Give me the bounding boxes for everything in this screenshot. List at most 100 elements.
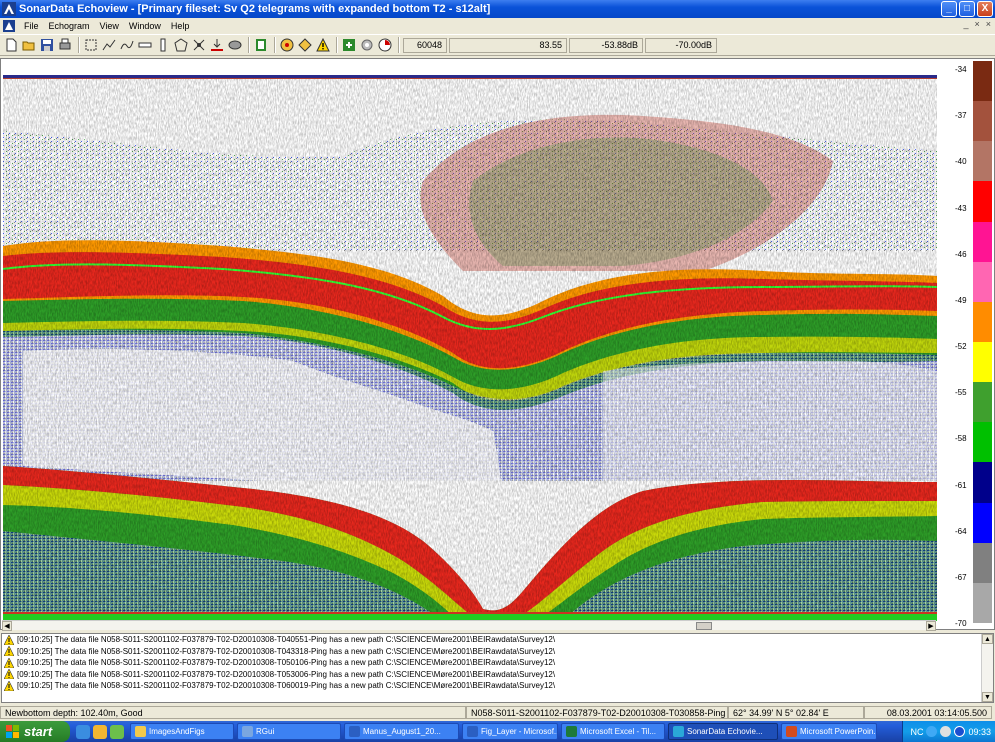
zoom-icon[interactable]	[297, 37, 313, 53]
toolbar-separator	[336, 37, 338, 53]
document-icon[interactable]	[3, 19, 15, 32]
task-label: RGui	[256, 727, 275, 736]
mdi-close-button[interactable]: ×	[986, 19, 991, 29]
scale-label: -40	[955, 157, 967, 167]
toolbar: 60048 83.55 -53.88dB -70.00dB	[0, 34, 995, 56]
powerpoint-icon	[786, 726, 797, 737]
properties-icon[interactable]	[279, 37, 295, 53]
bar-icon[interactable]	[137, 37, 153, 53]
scroll-right-icon[interactable]: ▶	[926, 621, 936, 631]
scale-swatch	[973, 221, 992, 263]
task-excel[interactable]: Microsoft Excel - Til...	[561, 723, 665, 740]
line-icon[interactable]	[119, 37, 135, 53]
desktop-icon[interactable]	[110, 724, 124, 739]
scale-swatch	[973, 261, 992, 303]
scale-label: -67	[955, 572, 967, 582]
bluetooth-icon[interactable]	[954, 726, 966, 737]
scale-label: -55	[955, 388, 967, 398]
start-button[interactable]: start	[0, 721, 70, 742]
bottom-depth-status: Newbottom depth: 102.40m, Good	[0, 706, 466, 719]
scale-label: -61	[955, 480, 967, 490]
title-bar[interactable]: SonarData Echoview - [Primary fileset: S…	[0, 0, 995, 18]
polyline-icon[interactable]	[101, 37, 117, 53]
warning-icon	[4, 646, 14, 657]
toolbar-separator	[78, 37, 80, 53]
menu-echogram[interactable]: Echogram	[44, 21, 95, 31]
scale-swatch	[973, 382, 992, 423]
taskbar: start ImagesAndFigs RGui Manus_August1_2…	[0, 721, 995, 742]
menu-bar: File Echogram View Window Help _ × ×	[0, 18, 995, 33]
select-rect-icon[interactable]	[83, 37, 99, 53]
system-tray: NC 09:33	[902, 721, 995, 742]
minimize-button[interactable]: _	[941, 1, 957, 17]
scale-label: -52	[955, 342, 967, 351]
scrollbar-thumb[interactable]	[696, 622, 712, 630]
scroll-down-icon[interactable]: ▼	[982, 692, 993, 702]
scale-swatch	[973, 141, 992, 182]
toolbar-separator	[274, 37, 276, 53]
message-text: [09:10:25] The data file N058-S011-S2001…	[17, 681, 556, 691]
menu-window[interactable]: Window	[124, 21, 166, 31]
echoview-window: SonarData Echoview - [Primary fileset: S…	[0, 0, 995, 742]
scale-label: -34	[955, 65, 967, 74]
message-line[interactable]: [09:10:25] The data file N058-S011-S2001…	[2, 680, 993, 692]
warning-icon	[4, 669, 14, 680]
region-icon[interactable]	[227, 37, 243, 53]
task-label: Fig_Layer - Microsof...	[481, 727, 558, 736]
windows-logo-icon	[6, 724, 19, 738]
word-icon	[349, 726, 360, 737]
bottom-pick-icon[interactable]	[209, 37, 225, 53]
settings-icon[interactable]	[359, 37, 375, 53]
scale-swatch	[973, 181, 992, 223]
warning-icon[interactable]	[315, 37, 331, 53]
cursor-icon[interactable]	[191, 37, 207, 53]
file-status: N058-S011-S2001102-F037879-T02-D20010308…	[466, 706, 728, 719]
maximize-button[interactable]: □	[959, 1, 975, 17]
horizontal-scrollbar[interactable]: ◀ ▶	[2, 620, 936, 631]
scale-label: -37	[955, 111, 967, 121]
layer-icon[interactable]	[253, 37, 269, 53]
task-echoview[interactable]: SonarData Echovie...	[668, 723, 778, 740]
scale-swatch	[973, 342, 992, 383]
menu-file[interactable]: File	[19, 21, 44, 31]
report-icon[interactable]	[377, 37, 393, 53]
task-rgui[interactable]: RGui	[237, 723, 341, 740]
toolbar-separator	[398, 37, 400, 53]
warning-icon	[4, 634, 14, 645]
message-scrollbar[interactable]: ▲ ▼	[981, 634, 993, 702]
mdi-restore-button[interactable]: ×	[974, 19, 979, 29]
mdi-minimize-button[interactable]: _	[963, 19, 968, 29]
column-icon[interactable]	[155, 37, 171, 53]
print-icon[interactable]	[57, 37, 73, 53]
save-icon[interactable]	[39, 37, 55, 53]
message-line[interactable]: [09:10:25] The data file N058-S011-S2001…	[2, 634, 993, 646]
scale-swatch	[973, 582, 992, 624]
message-line[interactable]: [09:10:25] The data file N058-S011-S2001…	[2, 669, 993, 681]
close-button[interactable]: X	[977, 1, 993, 17]
ping-readout: 60048	[403, 37, 447, 53]
word-icon	[467, 726, 478, 737]
message-line[interactable]: [09:10:25] The data file N058-S011-S2001…	[2, 657, 993, 669]
scroll-up-icon[interactable]: ▲	[982, 634, 993, 644]
task-powerpoint[interactable]: Microsoft PowerPoin...	[781, 723, 877, 740]
r-icon	[242, 726, 253, 737]
new-icon[interactable]	[3, 37, 19, 53]
outlook-icon[interactable]	[93, 724, 107, 739]
language-indicator[interactable]: NC	[910, 727, 923, 737]
echogram-canvas[interactable]	[3, 61, 937, 621]
task-word-fig-layer[interactable]: Fig_Layer - Microsof...	[462, 723, 558, 740]
export-icon[interactable]	[341, 37, 357, 53]
network-icon[interactable]	[926, 726, 938, 737]
open-icon[interactable]	[21, 37, 37, 53]
task-word-manus[interactable]: Manus_August1_20...	[344, 723, 459, 740]
polygon-icon[interactable]	[173, 37, 189, 53]
color-scale: -34 -37 -40 -43 -46 -49 -52 -55 -58 -61 -64 -67 -70	[947, 61, 994, 629]
scroll-left-icon[interactable]: ◀	[2, 621, 12, 631]
message-line[interactable]: [09:10:25] The data file N058-S011-S2001…	[2, 646, 993, 658]
menu-view[interactable]: View	[95, 21, 124, 31]
task-imagesandfigs[interactable]: ImagesAndFigs	[130, 723, 234, 740]
ie-icon[interactable]	[76, 724, 90, 739]
scale-label: -43	[955, 203, 967, 213]
volume-icon[interactable]	[940, 726, 952, 737]
menu-help[interactable]: Help	[166, 21, 195, 31]
